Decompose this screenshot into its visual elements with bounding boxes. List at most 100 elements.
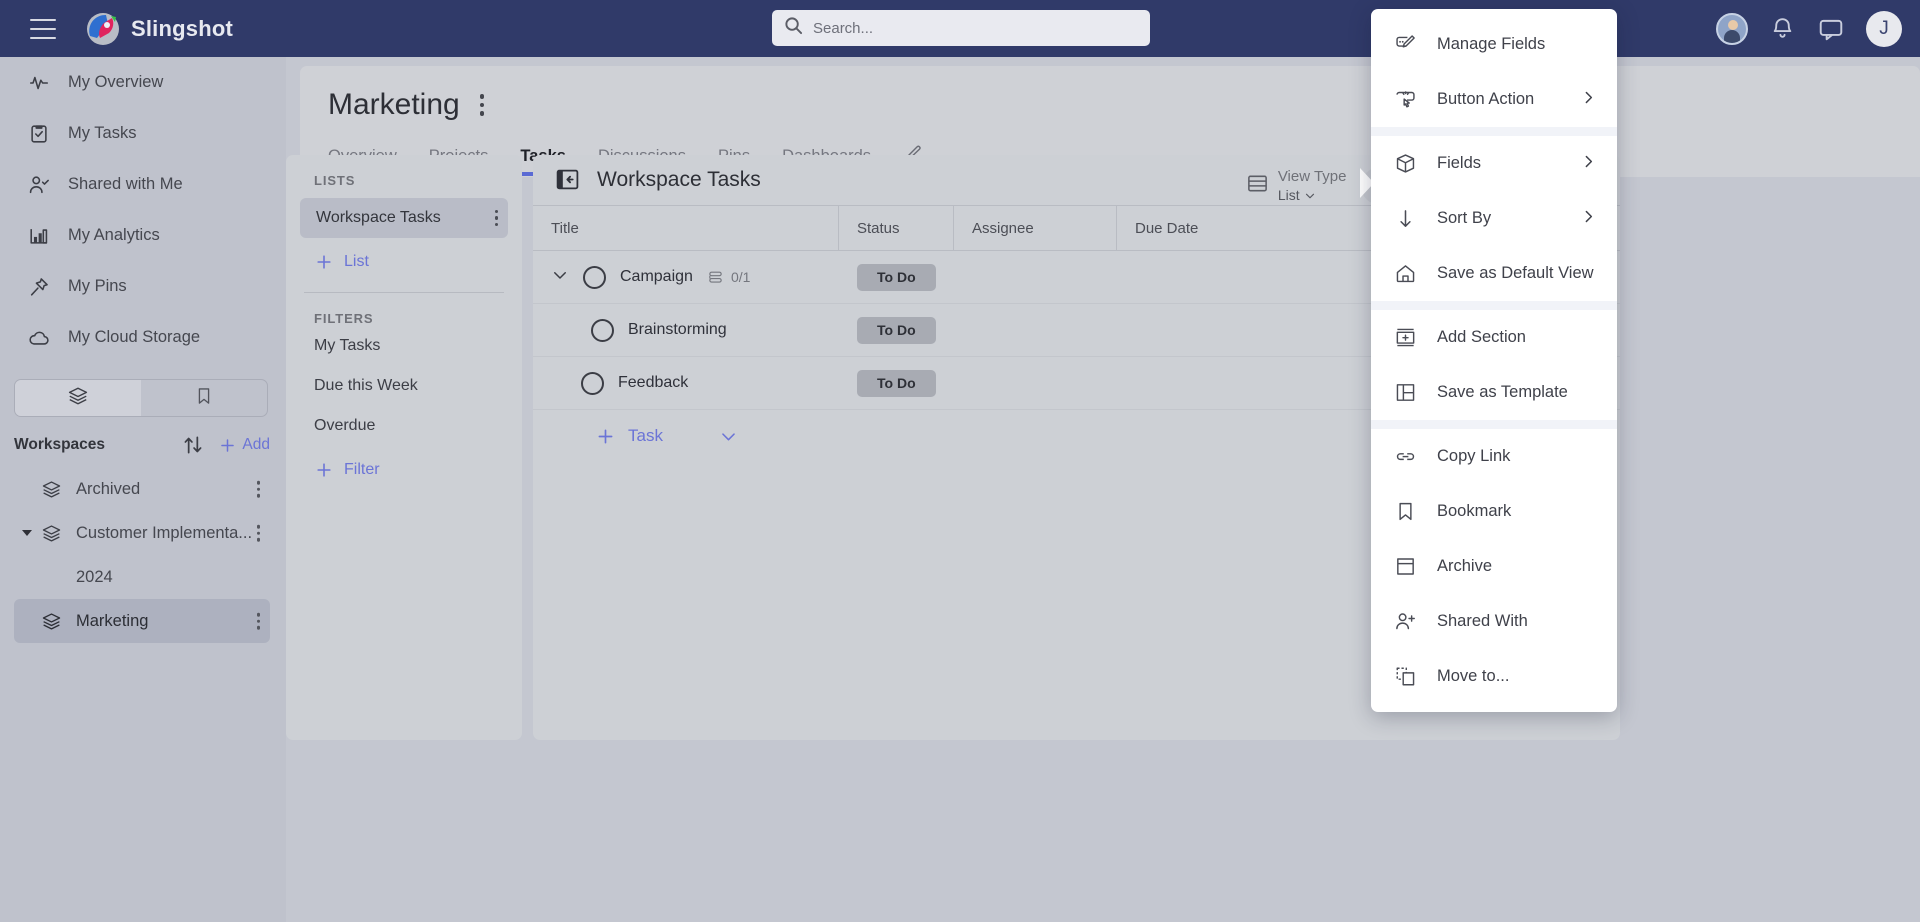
view-type-text: View Type List bbox=[1278, 167, 1347, 205]
workspace-item-2024[interactable]: 2024 bbox=[14, 555, 270, 599]
view-type-value-row: List bbox=[1278, 187, 1347, 205]
menu-item-label: Button Action bbox=[1437, 90, 1535, 108]
segment-bookmarks[interactable] bbox=[141, 380, 267, 416]
add-filter-button[interactable]: Filter bbox=[286, 460, 522, 480]
brand-name: Slingshot bbox=[131, 15, 234, 41]
sort-arrows-icon[interactable] bbox=[180, 432, 206, 458]
sidebar-item-label: My Analytics bbox=[68, 226, 160, 244]
slingshot-logo-icon bbox=[86, 12, 120, 46]
column-header-due-date[interactable]: Due Date bbox=[1117, 205, 1280, 251]
filter-item-my-tasks[interactable]: My Tasks bbox=[286, 326, 522, 366]
context-menu: Manage Fields Button Action Fields Sort … bbox=[1371, 9, 1617, 712]
workspace-item-menu-button[interactable] bbox=[256, 480, 260, 498]
workspace-item-label: Customer Implementa... bbox=[76, 523, 253, 542]
workspace-item-archived[interactable]: Archived bbox=[14, 467, 270, 511]
chat-icon[interactable] bbox=[1818, 16, 1844, 42]
search-bar[interactable] bbox=[772, 10, 1150, 46]
workspace-item-customer-implementation[interactable]: Customer Implementa... bbox=[14, 511, 270, 555]
sidebar-item-my-pins[interactable]: My Pins bbox=[0, 261, 286, 312]
row-status-cell: To Do bbox=[839, 316, 954, 344]
workspace-item-marketing[interactable]: Marketing bbox=[14, 599, 270, 643]
filter-item-due-this-week[interactable]: Due this Week bbox=[286, 366, 522, 406]
menu-item-copy-link[interactable]: Copy Link bbox=[1371, 429, 1617, 484]
search-input[interactable] bbox=[813, 19, 1138, 37]
layers-icon bbox=[40, 478, 62, 500]
task-complete-toggle[interactable] bbox=[591, 318, 614, 342]
menu-item-button-action[interactable]: Button Action bbox=[1371, 72, 1617, 127]
menu-item-label: Add Section bbox=[1437, 328, 1526, 346]
menu-separator bbox=[1371, 301, 1617, 310]
view-type-selector[interactable]: View Type List bbox=[1246, 167, 1347, 205]
sidebar-item-my-cloud-storage[interactable]: My Cloud Storage bbox=[0, 312, 286, 363]
status-badge[interactable]: To Do bbox=[857, 263, 936, 291]
add-filter-label: Filter bbox=[344, 461, 380, 478]
box-icon bbox=[1393, 152, 1417, 176]
lists-panel: LISTS Workspace Tasks List FILTERS My Ta… bbox=[286, 155, 522, 740]
menu-item-shared-with[interactable]: Shared With bbox=[1371, 594, 1617, 649]
bookmark-icon bbox=[194, 386, 214, 411]
add-list-button[interactable]: List bbox=[286, 252, 522, 272]
menu-item-save-as-template[interactable]: Save as Template bbox=[1371, 365, 1617, 420]
chevron-right-icon bbox=[1580, 153, 1597, 175]
sidebar-item-my-analytics[interactable]: My Analytics bbox=[0, 210, 286, 261]
column-header-assignee[interactable]: Assignee bbox=[954, 205, 1117, 251]
menu-item-bookmark[interactable]: Bookmark bbox=[1371, 484, 1617, 539]
subtask-count-label: 0/1 bbox=[730, 269, 751, 285]
segment-workspaces[interactable] bbox=[15, 380, 141, 416]
menu-item-fields[interactable]: Fields bbox=[1371, 136, 1617, 191]
sidebar-item-shared-with-me[interactable]: Shared with Me bbox=[0, 159, 286, 210]
view-type-value: List bbox=[1277, 187, 1300, 204]
view-type-label: View Type bbox=[1277, 168, 1347, 186]
archive-icon bbox=[1393, 555, 1417, 579]
menu-item-manage-fields[interactable]: Manage Fields bbox=[1371, 17, 1617, 72]
menu-item-save-as-default-view[interactable]: Save as Default View bbox=[1371, 246, 1617, 301]
menu-item-label: Move to... bbox=[1437, 667, 1510, 685]
user-plus-icon bbox=[1393, 610, 1417, 634]
hamburger-icon[interactable] bbox=[30, 18, 56, 39]
list-item-menu-button[interactable] bbox=[494, 209, 498, 227]
layers-icon bbox=[40, 522, 62, 544]
filters-section-label: FILTERS bbox=[314, 311, 374, 326]
user-avatar-initial[interactable]: J bbox=[1866, 10, 1902, 47]
task-complete-toggle[interactable] bbox=[583, 265, 606, 289]
panel-collapse-icon[interactable] bbox=[555, 167, 581, 193]
menu-item-label: Save as Default View bbox=[1437, 264, 1594, 282]
status-badge[interactable]: To Do bbox=[857, 316, 936, 344]
chevron-down-icon[interactable] bbox=[22, 530, 32, 536]
add-task-row-dropdown[interactable] bbox=[719, 427, 738, 446]
filter-item-overdue[interactable]: Overdue bbox=[286, 406, 522, 446]
bookmark-icon bbox=[1393, 500, 1417, 524]
status-badge[interactable]: To Do bbox=[857, 369, 936, 397]
sidebar-view-toggle bbox=[14, 379, 268, 417]
menu-item-sort-by[interactable]: Sort By bbox=[1371, 191, 1617, 246]
brand[interactable]: Slingshot bbox=[86, 12, 233, 46]
add-workspace-button[interactable]: Add bbox=[218, 436, 270, 455]
menu-separator bbox=[1371, 420, 1617, 429]
avatar[interactable] bbox=[1716, 12, 1748, 45]
workspace-item-label: Archived bbox=[76, 479, 141, 498]
add-section-icon bbox=[1393, 326, 1417, 350]
row-status-cell: To Do bbox=[839, 263, 954, 291]
workspace-item-menu-button[interactable] bbox=[256, 612, 260, 630]
add-task-row-label: Task bbox=[628, 426, 663, 445]
workspace-item-menu-button[interactable] bbox=[256, 524, 260, 542]
list-item-workspace-tasks[interactable]: Workspace Tasks bbox=[300, 198, 508, 238]
page-menu-button[interactable] bbox=[476, 90, 489, 120]
clipboard-check-icon bbox=[28, 123, 50, 145]
workspace-item-label: 2024 bbox=[76, 567, 113, 586]
template-icon bbox=[1393, 381, 1417, 405]
chevron-down-icon[interactable] bbox=[551, 266, 569, 289]
menu-item-add-section[interactable]: Add Section bbox=[1371, 310, 1617, 365]
column-header-status[interactable]: Status bbox=[839, 205, 954, 251]
task-complete-toggle[interactable] bbox=[581, 371, 604, 395]
task-title: Brainstorming bbox=[628, 321, 727, 338]
task-title: Feedback bbox=[618, 374, 689, 391]
menu-item-move-to[interactable]: Move to... bbox=[1371, 649, 1617, 704]
menu-item-archive[interactable]: Archive bbox=[1371, 539, 1617, 594]
bell-icon[interactable] bbox=[1770, 16, 1796, 42]
chevron-right-icon bbox=[1580, 208, 1597, 230]
sidebar-item-my-overview[interactable]: My Overview bbox=[0, 57, 286, 108]
column-header-title[interactable]: Title bbox=[533, 205, 839, 251]
link-icon bbox=[1393, 445, 1417, 469]
sidebar-item-my-tasks[interactable]: My Tasks bbox=[0, 108, 286, 159]
